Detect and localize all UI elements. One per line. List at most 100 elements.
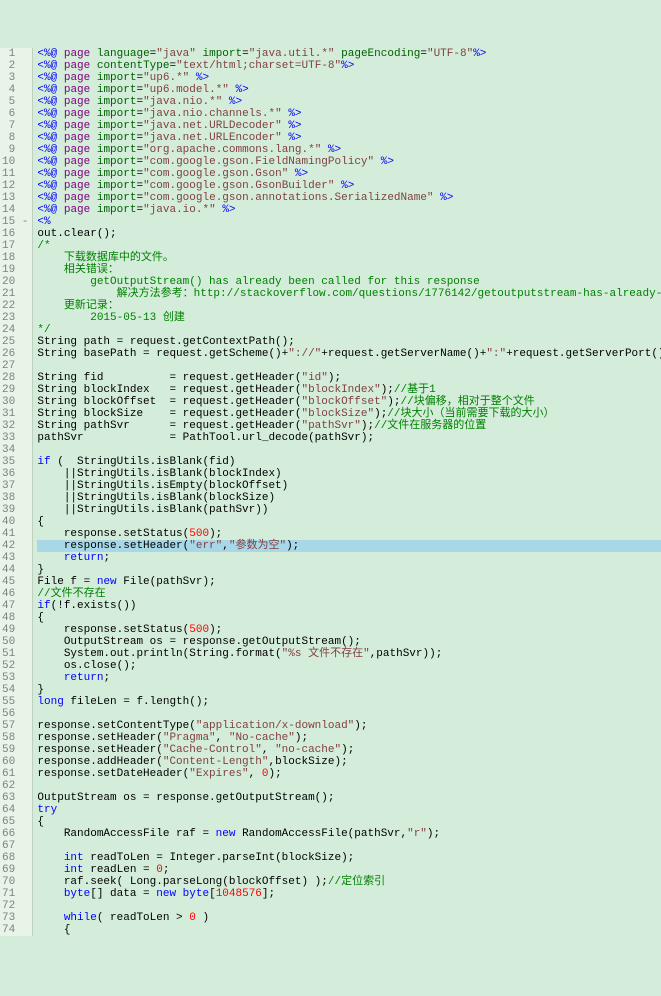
line-number: 47 bbox=[2, 600, 28, 612]
code-line[interactable]: { bbox=[37, 516, 661, 528]
line-number: 37 bbox=[2, 480, 28, 492]
line-number: 48 bbox=[2, 612, 28, 624]
line-number: 12 bbox=[2, 180, 28, 192]
code-line[interactable]: os.close(); bbox=[37, 660, 661, 672]
code-line[interactable]: File f = new File(pathSvr); bbox=[37, 576, 661, 588]
code-line[interactable]: <%@ page import="java.net.URLDecoder" %> bbox=[37, 120, 661, 132]
code-line[interactable]: response.setContentType("application/x-d… bbox=[37, 720, 661, 732]
code-line[interactable]: <%@ page import="java.nio.*" %> bbox=[37, 96, 661, 108]
code-line[interactable]: long fileLen = f.length(); bbox=[37, 696, 661, 708]
code-line[interactable]: byte[] data = new byte[1048576]; bbox=[37, 888, 661, 900]
line-number: 62 bbox=[2, 780, 28, 792]
code-line[interactable] bbox=[37, 360, 661, 372]
code-line[interactable] bbox=[37, 780, 661, 792]
code-line[interactable]: { bbox=[37, 924, 661, 936]
code-line[interactable]: <%@ page import="org.apache.commons.lang… bbox=[37, 144, 661, 156]
line-number: 60 bbox=[2, 756, 28, 768]
line-number: 52 bbox=[2, 660, 28, 672]
code-line[interactable]: <%@ page import="java.io.*" %> bbox=[37, 204, 661, 216]
code-line[interactable]: ||StringUtils.isBlank(blockSize) bbox=[37, 492, 661, 504]
code-line[interactable] bbox=[37, 840, 661, 852]
code-line[interactable]: <%@ page import="up6.model.*" %> bbox=[37, 84, 661, 96]
code-line[interactable]: getOutputStream() has already been calle… bbox=[37, 276, 661, 288]
line-number: 70 bbox=[2, 876, 28, 888]
code-line[interactable] bbox=[37, 444, 661, 456]
line-number: 15 - bbox=[2, 216, 28, 228]
code-line[interactable]: response.setStatus(500); bbox=[37, 528, 661, 540]
code-line[interactable]: <%@ page import="com.google.gson.Gson" %… bbox=[37, 168, 661, 180]
line-number: 28 bbox=[2, 372, 28, 384]
code-line[interactable]: <%@ page import="com.google.gson.GsonBui… bbox=[37, 180, 661, 192]
line-number: 34 bbox=[2, 444, 28, 456]
code-line[interactable]: <%@ page import="com.google.gson.FieldNa… bbox=[37, 156, 661, 168]
code-line[interactable]: String blockSize = request.getHeader("bl… bbox=[37, 408, 661, 420]
line-number: 73 bbox=[2, 912, 28, 924]
code-line[interactable]: String pathSvr = request.getHeader("path… bbox=[37, 420, 661, 432]
code-line[interactable]: pathSvr = PathTool.url_decode(pathSvr); bbox=[37, 432, 661, 444]
code-line[interactable]: 解决方法参考：http://stackoverflow.com/question… bbox=[37, 288, 661, 300]
code-area[interactable]: <%@ page language="java" import="java.ut… bbox=[33, 48, 661, 936]
code-line[interactable]: ||StringUtils.isEmpty(blockOffset) bbox=[37, 480, 661, 492]
code-line[interactable]: raf.seek( Long.parseLong(blockOffset) );… bbox=[37, 876, 661, 888]
code-line[interactable]: //文件不存在 bbox=[37, 588, 661, 600]
code-line[interactable]: try bbox=[37, 804, 661, 816]
code-line[interactable]: <%@ page contentType="text/html;charset=… bbox=[37, 60, 661, 72]
code-line[interactable]: */ bbox=[37, 324, 661, 336]
line-number: 3 bbox=[2, 72, 28, 84]
code-line[interactable]: if(!f.exists()) bbox=[37, 600, 661, 612]
line-number: 46 bbox=[2, 588, 28, 600]
code-line[interactable]: } bbox=[37, 564, 661, 576]
code-line[interactable]: return; bbox=[37, 672, 661, 684]
code-line[interactable]: /* bbox=[37, 240, 661, 252]
code-line[interactable]: OutputStream os = response.getOutputStre… bbox=[37, 792, 661, 804]
code-line[interactable]: } bbox=[37, 684, 661, 696]
code-line[interactable]: response.setHeader("Cache-Control", "no-… bbox=[37, 744, 661, 756]
line-number: 5 bbox=[2, 96, 28, 108]
code-line[interactable]: out.clear(); bbox=[37, 228, 661, 240]
code-line[interactable]: int readToLen = Integer.parseInt(blockSi… bbox=[37, 852, 661, 864]
code-line[interactable]: response.addHeader("Content-Length",bloc… bbox=[37, 756, 661, 768]
code-line[interactable]: String blockIndex = request.getHeader("b… bbox=[37, 384, 661, 396]
code-line[interactable]: ||StringUtils.isBlank(blockIndex) bbox=[37, 468, 661, 480]
code-line[interactable] bbox=[37, 900, 661, 912]
code-line[interactable]: { bbox=[37, 612, 661, 624]
line-number: 16 bbox=[2, 228, 28, 240]
line-number: 42 bbox=[2, 540, 28, 552]
line-number: 4 bbox=[2, 84, 28, 96]
code-line[interactable] bbox=[37, 708, 661, 720]
line-number: 17 bbox=[2, 240, 28, 252]
code-line[interactable]: 更新记录： bbox=[37, 300, 661, 312]
code-line[interactable]: response.setDateHeader("Expires", 0); bbox=[37, 768, 661, 780]
code-line[interactable]: <%@ page import="java.net.URLEncoder" %> bbox=[37, 132, 661, 144]
code-line[interactable]: OutputStream os = response.getOutputStre… bbox=[37, 636, 661, 648]
code-line[interactable]: if ( StringUtils.isBlank(fid) bbox=[37, 456, 661, 468]
code-line[interactable]: <%@ page language="java" import="java.ut… bbox=[37, 48, 661, 60]
line-number: 50 bbox=[2, 636, 28, 648]
code-line[interactable]: response.setHeader("err","参数为空"); bbox=[37, 540, 661, 552]
code-line[interactable]: String basePath = request.getScheme()+":… bbox=[37, 348, 661, 360]
code-line[interactable]: while( readToLen > 0 ) bbox=[37, 912, 661, 924]
code-line[interactable]: 相关错误： bbox=[37, 264, 661, 276]
code-line[interactable]: return; bbox=[37, 552, 661, 564]
code-line[interactable]: <%@ page import="com.google.gson.annotat… bbox=[37, 192, 661, 204]
code-line[interactable]: 2015-05-13 创建 bbox=[37, 312, 661, 324]
code-line[interactable]: response.setStatus(500); bbox=[37, 624, 661, 636]
code-line[interactable]: response.setHeader("Pragma", "No-cache")… bbox=[37, 732, 661, 744]
code-line[interactable]: <%@ page import="up6.*" %> bbox=[37, 72, 661, 84]
code-line[interactable]: 下载数据库中的文件。 bbox=[37, 252, 661, 264]
code-line[interactable]: String fid = request.getHeader("id"); bbox=[37, 372, 661, 384]
line-number: 9 bbox=[2, 144, 28, 156]
code-line[interactable]: RandomAccessFile raf = new RandomAccessF… bbox=[37, 828, 661, 840]
code-line[interactable]: System.out.println(String.format("%s 文件不… bbox=[37, 648, 661, 660]
code-line[interactable]: String path = request.getContextPath(); bbox=[37, 336, 661, 348]
line-number: 27 bbox=[2, 360, 28, 372]
code-line[interactable]: int readLen = 0; bbox=[37, 864, 661, 876]
line-number: 33 bbox=[2, 432, 28, 444]
line-number: 56 bbox=[2, 708, 28, 720]
code-line[interactable]: <%@ page import="java.nio.channels.*" %> bbox=[37, 108, 661, 120]
line-number: 36 bbox=[2, 468, 28, 480]
code-line[interactable]: ||StringUtils.isBlank(pathSvr)) bbox=[37, 504, 661, 516]
code-line[interactable]: String blockOffset = request.getHeader("… bbox=[37, 396, 661, 408]
code-line[interactable]: { bbox=[37, 816, 661, 828]
code-line[interactable]: <% bbox=[37, 216, 661, 228]
